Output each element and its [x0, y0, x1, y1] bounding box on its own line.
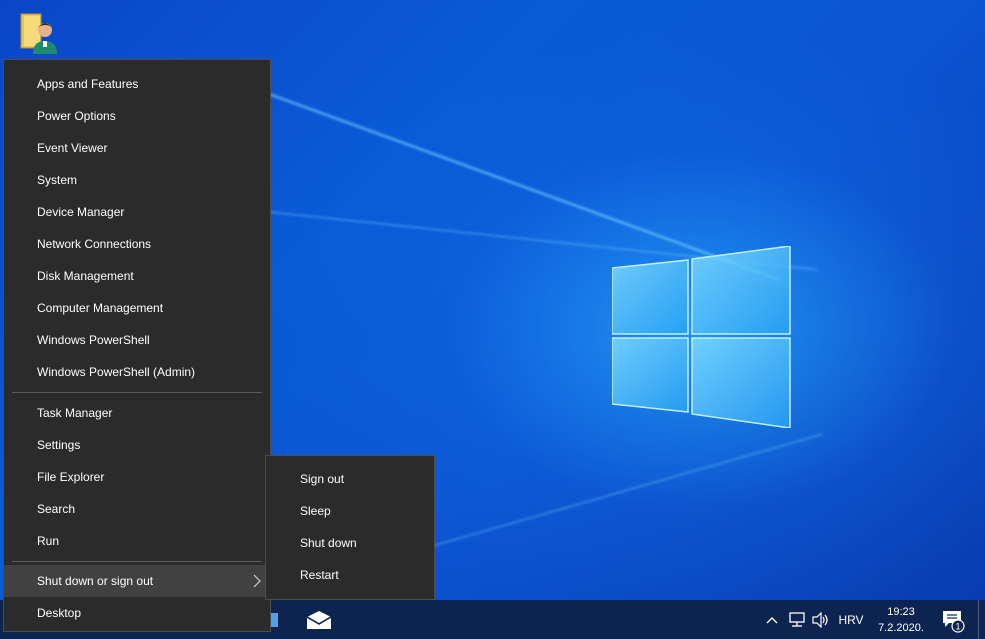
menu-item-windows-powershell[interactable]: Windows PowerShell [4, 324, 270, 356]
menu-item-device-manager[interactable]: Device Manager [4, 196, 270, 228]
menu-item-system[interactable]: System [4, 164, 270, 196]
chevron-up-icon[interactable] [762, 600, 782, 639]
menu-item-run[interactable]: Run [4, 525, 270, 557]
input-language-indicator[interactable]: HRV [834, 600, 868, 639]
menu-item-desktop[interactable]: Desktop [4, 597, 270, 629]
clock-date: 7.2.2020. [878, 621, 924, 634]
speaker-icon[interactable] [810, 600, 832, 639]
menu-item-computer-management[interactable]: Computer Management [4, 292, 270, 324]
notification-count: 1 [955, 621, 960, 631]
light-beam [380, 433, 823, 562]
submenu-item-restart[interactable]: Restart [266, 559, 434, 591]
submenu-item-shut-down[interactable]: Shut down [266, 527, 434, 559]
menu-item-settings[interactable]: Settings [4, 429, 270, 461]
menu-item-task-manager[interactable]: Task Manager [4, 397, 270, 429]
clock-time: 19:23 [887, 605, 915, 618]
submenu-item-sign-out[interactable]: Sign out [266, 463, 434, 495]
menu-item-search[interactable]: Search [4, 493, 270, 525]
menu-item-disk-management[interactable]: Disk Management [4, 260, 270, 292]
menu-item-shut-down-or-sign-out[interactable]: Shut down or sign out [4, 565, 270, 597]
clock[interactable]: 19:23 7.2.2020. [872, 600, 930, 639]
user-folder-icon[interactable] [18, 10, 60, 56]
menu-separator [12, 561, 262, 562]
submenu-item-sleep[interactable]: Sleep [266, 495, 434, 527]
chevron-right-icon [253, 574, 261, 588]
menu-separator [12, 392, 262, 393]
menu-item-apps-and-features[interactable]: Apps and Features [4, 68, 270, 100]
shutdown-submenu: Sign out Sleep Shut down Restart [265, 455, 435, 600]
action-center-icon[interactable]: 1 [936, 600, 970, 639]
menu-item-power-options[interactable]: Power Options [4, 100, 270, 132]
menu-item-file-explorer[interactable]: File Explorer [4, 461, 270, 493]
menu-item-windows-powershell-admin[interactable]: Windows PowerShell (Admin) [4, 356, 270, 388]
menu-item-event-viewer[interactable]: Event Viewer [4, 132, 270, 164]
show-desktop-button[interactable] [978, 600, 985, 639]
menu-item-network-connections[interactable]: Network Connections [4, 228, 270, 260]
mail-icon[interactable] [300, 600, 338, 639]
winx-context-menu: Apps and Features Power Options Event Vi… [3, 59, 271, 632]
network-icon[interactable] [786, 600, 808, 639]
windows-logo-wallpaper [612, 246, 791, 428]
